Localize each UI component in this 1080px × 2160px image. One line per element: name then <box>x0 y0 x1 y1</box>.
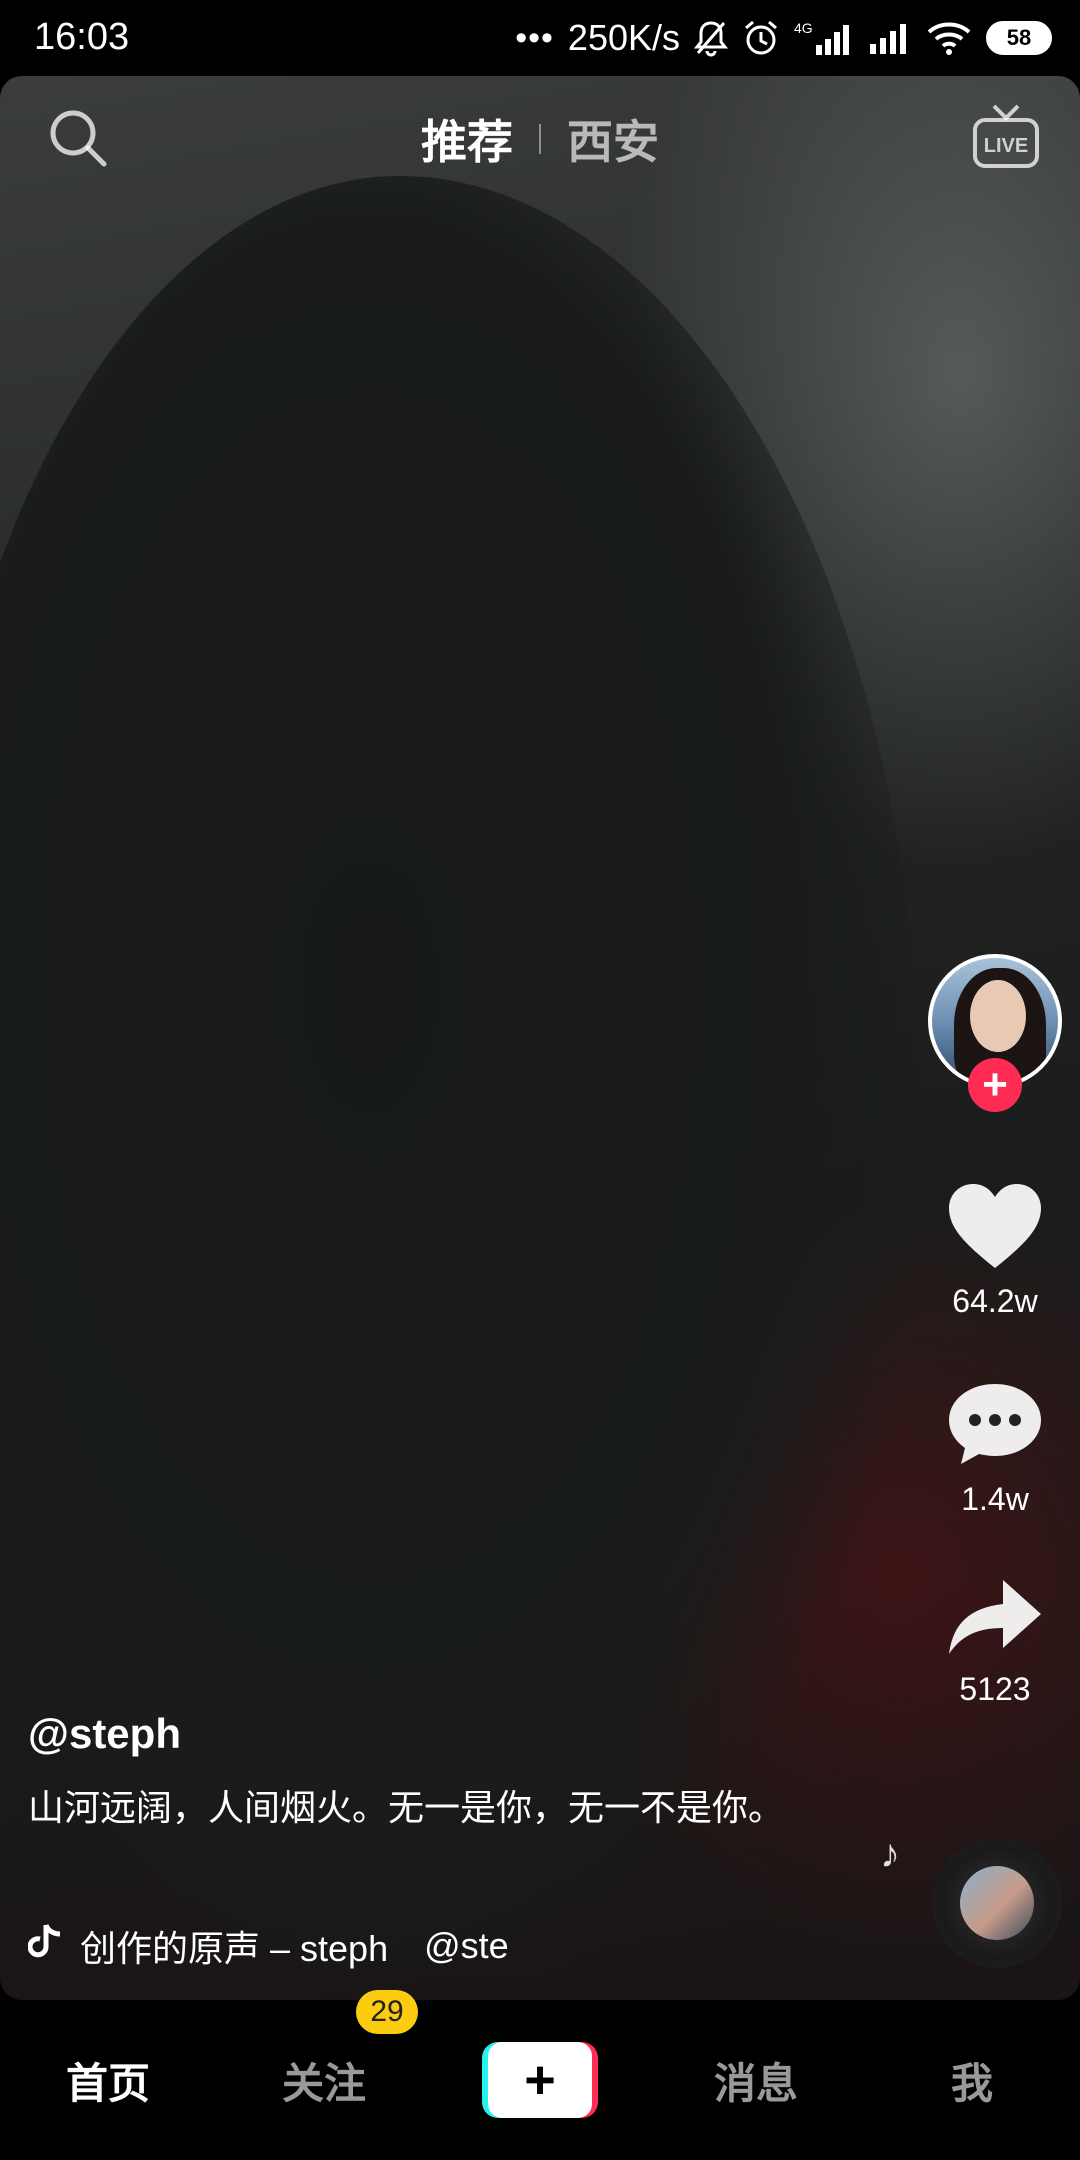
author-avatar-group: + <box>928 954 1062 1112</box>
music-disc-cover <box>960 1866 1034 1940</box>
floating-note-icon: ♪ <box>880 1832 900 1876</box>
live-tv-icon: LIVE <box>973 104 1039 168</box>
signal-4g-icon: 4G <box>794 19 854 57</box>
battery-indicator: 58 <box>986 21 1052 55</box>
tab-recommended[interactable]: 推荐 <box>421 106 513 172</box>
feed-tabs: 推荐 西安 <box>0 106 1080 172</box>
music-note-icon <box>27 1923 62 1970</box>
tab-divider <box>539 124 541 154</box>
create-button[interactable]: + <box>482 2042 598 2118</box>
alarm-icon <box>742 19 780 57</box>
tab-local[interactable]: 西安 <box>567 106 659 172</box>
live-label: LIVE <box>984 135 1028 157</box>
video-caption: 山河远阔，人间烟火。无一是你，无一不是你。 <box>28 1787 785 1828</box>
status-indicators: ••• 250K/s 4G 58 <box>515 14 1052 62</box>
wifi-icon <box>926 20 972 56</box>
follow-button[interactable]: + <box>968 1058 1022 1112</box>
comment-count: 1.4w <box>961 1481 1029 1517</box>
share-count: 5123 <box>959 1671 1031 1707</box>
video-frame <box>0 176 920 1976</box>
net-speed: 250K/s <box>567 17 680 58</box>
music-title: 创作的原声 – steph <box>80 1928 389 1969</box>
music-info[interactable]: 创作的原声 – steph @ste <box>27 1920 509 1972</box>
plus-icon: + <box>488 2042 592 2118</box>
avatar-face <box>970 980 1026 1052</box>
nav-following-label: 关注 <box>281 2059 366 2107</box>
network-type-label: 4G <box>794 20 813 36</box>
status-bar: 16:03 ••• 250K/s 4G 58 <box>0 0 1080 76</box>
status-dots: ••• <box>515 19 554 57</box>
nav-me[interactable]: 我 <box>864 2050 1080 2111</box>
like-count: 64.2w <box>952 1283 1038 1319</box>
bottom-nav: 首页 关注 29 + 消息 我 <box>0 1989 1080 2160</box>
comment-icon <box>949 1384 1041 1464</box>
live-button[interactable]: LIVE <box>972 102 1040 172</box>
nav-following[interactable]: 关注 29 <box>216 1989 432 2111</box>
share-arrow-icon <box>949 1580 1041 1654</box>
music-disc[interactable] <box>932 1838 1062 1968</box>
heart-icon <box>949 1184 1041 1268</box>
signal-icon <box>868 20 912 56</box>
status-time: 16:03 <box>34 16 130 58</box>
nav-create[interactable]: + <box>432 2042 648 2118</box>
music-mention: @ste <box>424 1925 509 1966</box>
comment-button[interactable]: 1.4w <box>930 1378 1060 1518</box>
like-button[interactable]: 64.2w <box>930 1180 1060 1320</box>
top-bar: 推荐 西安 LIVE <box>0 76 1080 196</box>
mute-bell-icon <box>694 19 728 57</box>
following-badge: 29 <box>356 1989 418 2034</box>
nav-home[interactable]: 首页 <box>0 2050 216 2111</box>
author-name[interactable]: @steph <box>28 1710 181 1758</box>
share-button[interactable]: 5123 <box>930 1574 1060 1708</box>
nav-messages[interactable]: 消息 <box>648 2050 864 2111</box>
